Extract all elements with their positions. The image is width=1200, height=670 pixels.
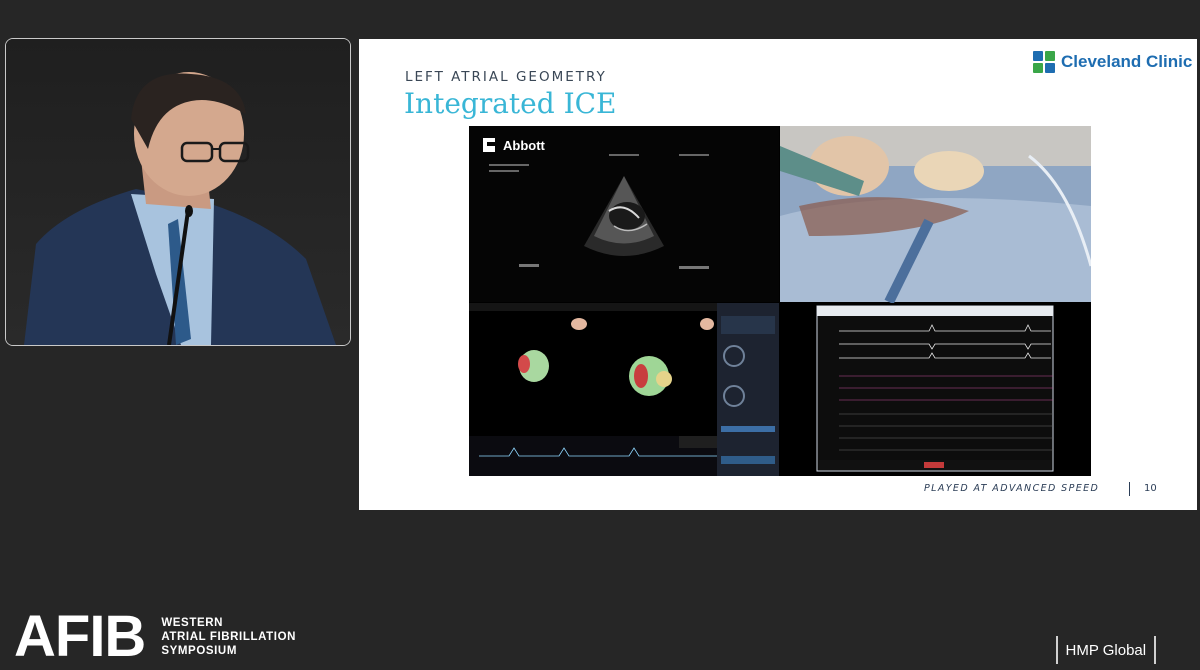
speaker-video	[5, 38, 351, 346]
hmp-global-text: HMP Global	[1065, 641, 1147, 659]
playback-speed-note: PLAYED AT ADVANCED SPEED	[924, 483, 1100, 494]
afib-symposium-logo: AFIB WESTERN ATRIAL FIBRILLATION SYMPOSI…	[14, 608, 296, 666]
symposium-line: ATRIAL FIBRILLATION	[161, 631, 297, 643]
presentation-slide: LEFT ATRIAL GEOMETRY Integrated ICE Clev…	[359, 39, 1197, 510]
cleveland-clinic-name: Cleveland Clinic	[1061, 52, 1193, 71]
symposium-line: WESTERN	[161, 617, 224, 629]
logo-divider	[1056, 636, 1058, 664]
symposium-line: SYMPOSIUM	[161, 645, 238, 657]
logo-divider	[1154, 636, 1156, 664]
symposium-name: WESTERN ATRIAL FIBRILLATION SYMPOSIUM	[161, 616, 296, 658]
hmp-global-logo: HMP Global	[1056, 636, 1156, 664]
slide-title: Integrated ICE	[404, 87, 617, 120]
abbott-logo-text: Abbott	[503, 138, 546, 153]
slide-page-number: 10	[1144, 483, 1157, 494]
integrated-ice-video[interactable]: Abbott	[469, 126, 1093, 476]
afib-wordmark: AFIB	[14, 604, 146, 669]
slide-kicker: LEFT ATRIAL GEOMETRY	[405, 69, 607, 85]
cleveland-clinic-mark-icon	[1033, 51, 1055, 73]
cleveland-clinic-logo: Cleveland Clinic	[1033, 51, 1192, 73]
footer-divider	[1129, 482, 1130, 496]
